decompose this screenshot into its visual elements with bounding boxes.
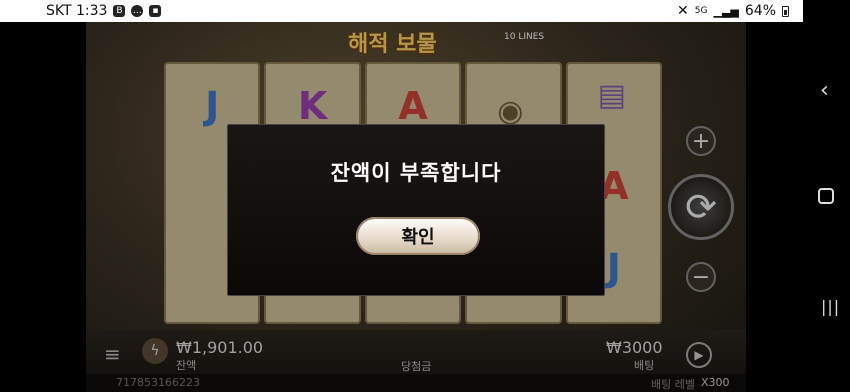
back-icon[interactable]: ‹ — [820, 78, 829, 103]
battery-percent: 64% — [744, 3, 776, 19]
mute-icon: ✕ — [677, 3, 689, 19]
dialog-message: 잔액이 부족합니다 — [330, 161, 502, 185]
screen: SKT 1:33 B … ▪ ✕ 5G ▁▃▅ 64% 해적 보물 10 LIN… — [0, 0, 850, 392]
status-left: SKT 1:33 B … ▪ — [46, 3, 162, 19]
recent-apps-icon[interactable]: ||| — [821, 297, 840, 316]
ok-button[interactable]: 확인 — [356, 217, 480, 255]
insufficient-balance-dialog: 잔액이 부족합니다 확인 — [227, 124, 605, 296]
android-nav-bar: ‹ ||| — [803, 0, 850, 392]
carrier-time: SKT 1:33 — [46, 3, 108, 19]
status-bar: SKT 1:33 B … ▪ ✕ 5G ▁▃▅ 64% — [0, 0, 803, 22]
b-app-icon: B — [113, 5, 126, 17]
network-type: 5G — [694, 6, 708, 16]
battery-icon — [782, 5, 789, 17]
home-icon[interactable] — [818, 188, 834, 204]
status-right: ✕ 5G ▁▃▅ 64% — [677, 3, 789, 19]
talk-icon: … — [131, 5, 144, 17]
signal-icon: ▁▃▅ — [713, 4, 739, 18]
image-icon: ▪ — [149, 5, 162, 17]
